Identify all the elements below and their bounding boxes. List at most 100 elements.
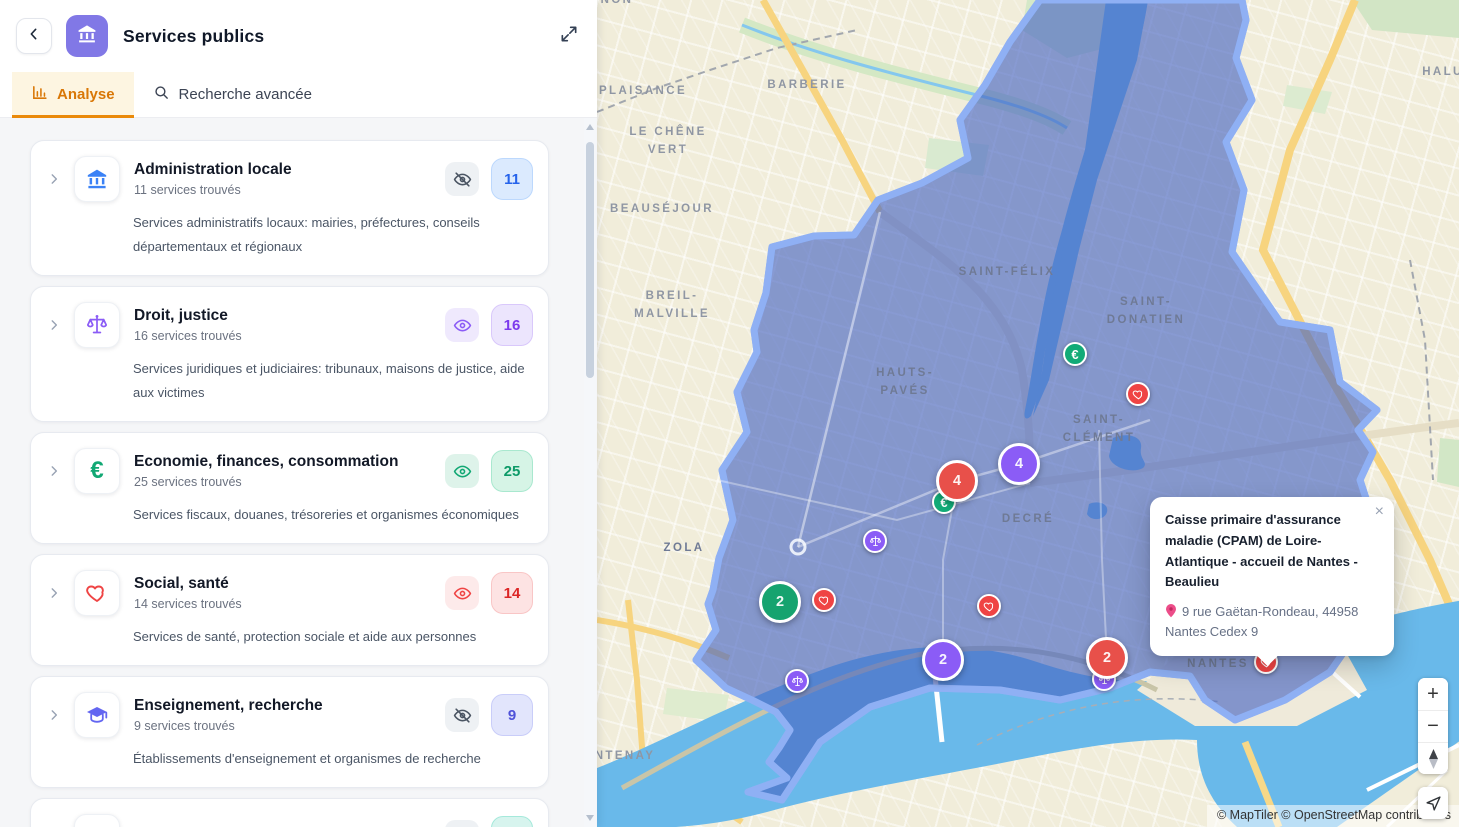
euro-icon: € [90, 459, 103, 483]
tab-analyse[interactable]: Analyse [12, 72, 134, 117]
sidebar-header: Services publics [0, 0, 597, 72]
cluster-marker[interactable]: 4 [936, 460, 978, 502]
pin-icon [1165, 603, 1177, 618]
category-card[interactable]: € Economie, finances, consommation 25 se… [30, 432, 549, 544]
category-card[interactable]: Social, santé 14 services trouvés 14 Ser… [30, 554, 549, 666]
map-area-label: PLAISANCE [599, 83, 687, 101]
cluster-marker[interactable]: 2 [922, 639, 964, 681]
map-area-label: LE CHÊNE VERT [629, 124, 706, 160]
category-description: Services fiscaux, douanes, trésoreries e… [31, 498, 548, 543]
map-area-label: HAUTS- PAVÉS [876, 365, 934, 401]
visibility-toggle[interactable] [445, 308, 479, 342]
category-titles: Social, santé 14 services trouvés [134, 575, 445, 611]
zoom-controls: + − [1418, 678, 1448, 774]
popup-title: Caisse primaire d'assurance maladie (CPA… [1165, 510, 1379, 593]
category-titles: Droit, justice 16 services trouvés [134, 307, 445, 343]
map-area-label: SAINT- CLÉMENT [1063, 412, 1135, 448]
chevron-right-icon[interactable] [47, 708, 61, 722]
category-card-header: Administration locale 11 services trouvé… [31, 141, 548, 206]
close-icon[interactable]: × [1375, 504, 1384, 520]
visibility-toggle[interactable] [445, 820, 479, 827]
navigate-arrow-icon [1425, 795, 1442, 812]
chevron-right-icon[interactable] [47, 318, 61, 332]
tab-label: Analyse [57, 86, 115, 103]
count-badge: 9 [491, 694, 533, 736]
popup-address-text: 9 rue Gaëtan-Rondeau, 44958 Nantes Cedex… [1165, 604, 1358, 639]
category-description: Services administratifs locaux: mairies,… [31, 206, 548, 275]
category-description: Services juridiques et judiciaires: trib… [31, 352, 548, 421]
scroll-down-arrow-icon[interactable] [586, 815, 594, 821]
category-icon-tile [74, 302, 120, 348]
map-area-label: DECRÉ [1002, 511, 1054, 529]
scales-marker[interactable] [785, 669, 809, 693]
eye-off-icon [453, 706, 472, 725]
category-titles: Economie, finances, consommation 25 serv… [134, 453, 445, 489]
chevron-right-icon[interactable] [47, 464, 61, 478]
category-card[interactable]: Droit, justice 16 services trouvés 16 Se… [30, 286, 549, 422]
euro-marker[interactable]: € [1063, 342, 1087, 366]
cluster-marker[interactable]: 2 [759, 581, 801, 623]
map-area-label: BEAUSÉJOUR [610, 201, 714, 219]
scroll-up-arrow-icon[interactable] [586, 124, 594, 130]
scrollbar-thumb[interactable] [586, 142, 594, 378]
category-icon-tile [74, 570, 120, 616]
landmark-icon [76, 23, 98, 50]
landmark-icon [85, 167, 109, 191]
cluster-marker[interactable]: 2 [1086, 637, 1128, 679]
map-area-label: HALU [1422, 64, 1459, 82]
landmark-app-icon [66, 15, 108, 57]
map-area-label: NTENAY [597, 748, 655, 766]
heart-marker[interactable] [1126, 382, 1150, 406]
map-popup: × Caisse primaire d'assurance maladie (C… [1150, 497, 1394, 656]
category-count: 14 services trouvés [134, 597, 445, 611]
map-canvas[interactable]: NONPLAISANCEBARBERIELE CHÊNE VERTBEAUSÉJ… [597, 0, 1459, 827]
sidebar-scrollbar[interactable] [584, 118, 596, 827]
category-list: Administration locale 11 services trouvé… [0, 118, 597, 827]
scales-icon [85, 313, 109, 337]
back-button[interactable] [16, 18, 52, 54]
visibility-toggle[interactable] [445, 162, 479, 196]
category-icon-tile [74, 692, 120, 738]
visibility-toggle[interactable] [445, 576, 479, 610]
eye-off-icon [453, 170, 472, 189]
eye-icon [453, 316, 472, 335]
map-area-label: SAINT- DONATIEN [1107, 294, 1185, 330]
map-area-label: NON [601, 0, 634, 10]
compass-button[interactable] [1418, 742, 1448, 774]
zoom-in-button[interactable]: + [1418, 678, 1448, 710]
visibility-toggle[interactable] [445, 698, 479, 732]
category-icon-tile [74, 156, 120, 202]
scales-marker[interactable] [863, 529, 887, 553]
visibility-toggle[interactable] [445, 454, 479, 488]
count-badge: 25 [491, 450, 533, 492]
category-card-header: Enseignement, recherche 9 services trouv… [31, 677, 548, 742]
map-area-label: ZOLA [664, 540, 705, 558]
chevron-left-icon [26, 26, 42, 47]
locate-control [1418, 787, 1448, 819]
count-badge: 14 [491, 572, 533, 614]
page-title: Services publics [123, 26, 264, 47]
category-title: Enseignement, recherche [134, 697, 445, 715]
category-card[interactable]: Administration locale 11 services trouvé… [30, 140, 549, 276]
map-area-label: SAINT-FÉLIX [959, 264, 1056, 282]
locate-button[interactable] [1418, 787, 1448, 819]
cluster-marker[interactable]: 4 [998, 443, 1040, 485]
category-card[interactable]: Travail, emploi, formation [30, 798, 549, 827]
compass-icon [1428, 749, 1439, 769]
chevron-right-icon[interactable] [47, 172, 61, 186]
expand-button[interactable] [559, 24, 579, 49]
heart-marker[interactable] [812, 588, 836, 612]
bar-chart-icon [31, 84, 48, 105]
heart-marker[interactable] [977, 594, 1001, 618]
eye-icon [453, 462, 472, 481]
category-card[interactable]: Enseignement, recherche 9 services trouv… [30, 676, 549, 788]
category-count: 16 services trouvés [134, 329, 445, 343]
category-icon-tile [74, 814, 120, 827]
zoom-out-button[interactable]: − [1418, 710, 1448, 742]
chevron-right-icon[interactable] [47, 586, 61, 600]
tab-recherche-avanc-e[interactable]: Recherche avancée [134, 72, 331, 117]
count-badge: 11 [491, 158, 533, 200]
graduation-icon [85, 703, 109, 727]
map-area-label: BREIL- MALVILLE [634, 288, 710, 324]
category-card-header: Droit, justice 16 services trouvés 16 [31, 287, 548, 352]
